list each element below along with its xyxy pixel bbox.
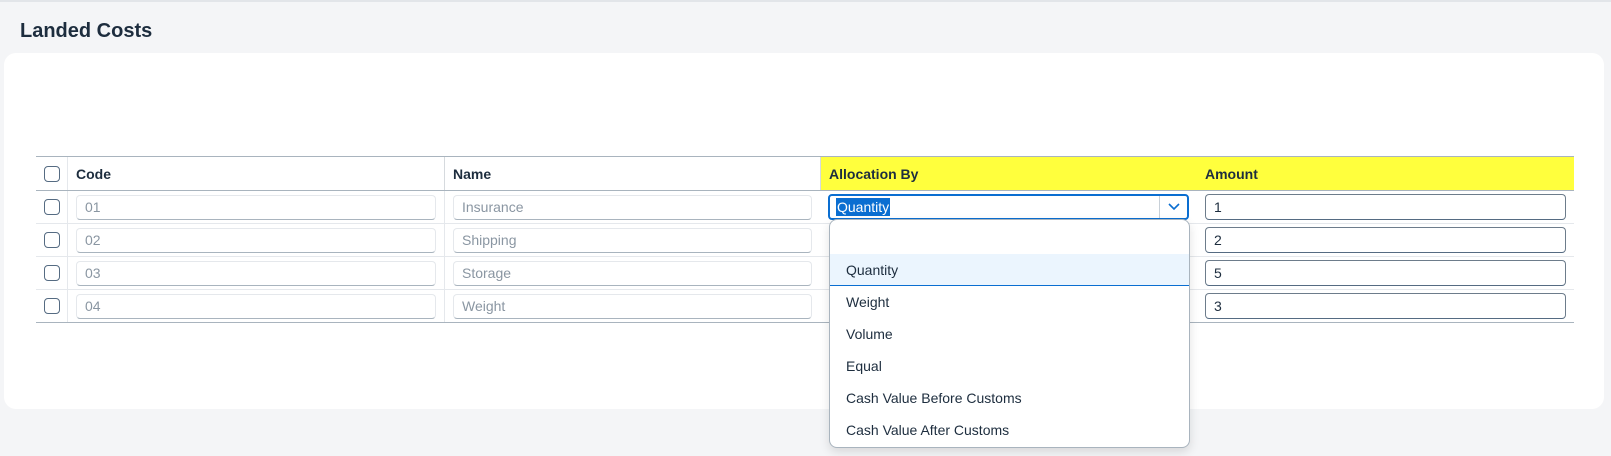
- landed-costs-table: Code Name Allocation By Amount 01 Insura…: [36, 156, 1574, 323]
- page-title: Landed Costs: [20, 20, 153, 42]
- dropdown-option-volume[interactable]: Volume: [830, 318, 1189, 350]
- name-field: Storage: [453, 260, 812, 286]
- amount-input[interactable]: 1: [1205, 194, 1566, 220]
- table-row: 01 Insurance Quantity 1: [36, 191, 1574, 224]
- dropdown-option-equal[interactable]: Equal: [830, 350, 1189, 382]
- row-checkbox[interactable]: [43, 298, 60, 314]
- chevron-down-icon: [1167, 203, 1180, 211]
- name-field: Insurance: [453, 194, 812, 220]
- row-checkbox[interactable]: [43, 232, 60, 248]
- dropdown-option-empty[interactable]: [830, 220, 1189, 254]
- table-row: 04 Weight 3: [36, 290, 1574, 323]
- row-checkbox[interactable]: [43, 265, 60, 281]
- dropdown-option-quantity[interactable]: Quantity: [830, 254, 1189, 286]
- row-checkbox[interactable]: [43, 199, 60, 215]
- table-row: 02 Shipping 2: [36, 224, 1574, 257]
- code-field: 03: [76, 260, 436, 286]
- code-field: 04: [76, 293, 436, 319]
- allocation-by-value: Quantity: [836, 198, 891, 216]
- top-divider: [0, 0, 1611, 2]
- allocation-dropdown-list: Quantity Weight Volume Equal Cash Value …: [829, 219, 1190, 448]
- combo-toggle-button[interactable]: [1159, 196, 1187, 218]
- dropdown-option-cash-value-before-customs[interactable]: Cash Value Before Customs: [830, 382, 1189, 414]
- name-field: Weight: [453, 293, 812, 319]
- amount-input[interactable]: 2: [1205, 227, 1566, 253]
- amount-input[interactable]: 5: [1205, 260, 1566, 286]
- column-header-amount[interactable]: Amount: [1197, 157, 1574, 190]
- column-header-code[interactable]: Code: [68, 157, 444, 190]
- select-all-cell: [36, 157, 68, 190]
- code-field: 01: [76, 194, 436, 220]
- column-header-allocation-by[interactable]: Allocation By: [820, 157, 1197, 190]
- code-field: 02: [76, 227, 436, 253]
- column-header-name[interactable]: Name: [444, 157, 820, 190]
- select-all-checkbox[interactable]: [43, 165, 60, 182]
- table-row: 03 Storage 5: [36, 257, 1574, 290]
- table-header-row: Code Name Allocation By Amount: [36, 157, 1574, 191]
- name-field: Shipping: [453, 227, 812, 253]
- dropdown-option-cash-value-after-customs[interactable]: Cash Value After Customs: [830, 414, 1189, 446]
- amount-input[interactable]: 3: [1205, 293, 1566, 319]
- dropdown-option-weight[interactable]: Weight: [830, 286, 1189, 318]
- allocation-by-combobox[interactable]: Quantity: [828, 194, 1189, 220]
